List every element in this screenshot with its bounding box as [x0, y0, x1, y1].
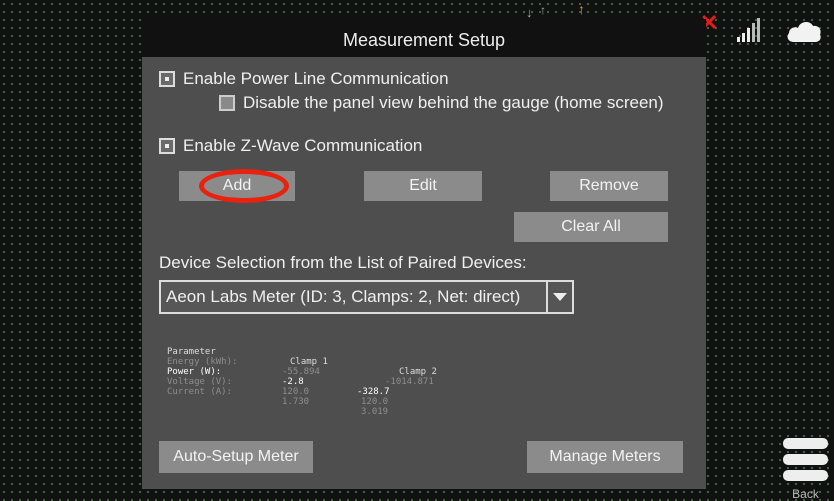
upload-arrow-icon: ↑ — [540, 3, 546, 17]
signal-strength-icon — [737, 16, 767, 42]
clamp-2-value: -328.7 — [357, 387, 390, 397]
disable-panel-checkbox[interactable] — [219, 95, 235, 111]
menu-bar-icon — [783, 454, 828, 465]
manage-meters-button[interactable]: Manage Meters — [527, 441, 683, 473]
device-selection-label: Device Selection from the List of Paired… — [159, 253, 527, 272]
disable-panel-label: Disable the panel view behind the gauge … — [243, 93, 664, 112]
clamp-1-value: -55.894 — [282, 367, 320, 377]
menu-bar-icon — [783, 438, 828, 449]
clamp-1-value: 1.730 — [282, 397, 310, 407]
device-select[interactable]: Aeon Labs Meter (ID: 3, Clamps: 2, Net: … — [159, 280, 574, 314]
parameter-row-energy: Energy (kWh): -55.894 -1014.871 — [167, 347, 434, 387]
header-clamp-1: Clamp 1 — [290, 357, 328, 367]
dropdown-arrow-icon[interactable] — [546, 282, 572, 312]
enable-plc-checkbox-row[interactable]: Enable Power Line Communication — [159, 69, 449, 89]
parameter-table: Parameter Clamp 1 Clamp 2 Energy (kWh): … — [167, 337, 437, 417]
measurement-setup-dialog: Measurement Setup Enable Power Line Comm… — [142, 19, 706, 489]
device-select-value: Aeon Labs Meter (ID: 3, Clamps: 2, Net: … — [166, 287, 521, 306]
clamp-1-value: 120.0 — [282, 387, 310, 397]
download-arrow-icon: ↓ — [526, 5, 533, 20]
enable-plc-checkbox[interactable] — [159, 71, 175, 87]
parameter-name: Current (A): — [167, 387, 233, 397]
parameter-row-voltage: Voltage (V): 120.0 120.0 — [167, 367, 388, 407]
clamp-1-value: -2.8 — [282, 377, 304, 387]
disable-panel-checkbox-row[interactable]: Disable the panel view behind the gauge … — [219, 93, 664, 113]
auto-setup-meter-button[interactable]: Auto-Setup Meter — [159, 441, 313, 473]
dialog-title: Measurement Setup — [142, 19, 706, 57]
edit-button[interactable]: Edit — [364, 171, 482, 201]
back-label: Back — [792, 487, 819, 501]
menu-bar-icon — [783, 470, 828, 481]
enable-zwave-checkbox-row[interactable]: Enable Z-Wave Communication — [159, 136, 422, 156]
remove-button[interactable]: Remove — [550, 171, 668, 201]
clamp-2-value: -1014.871 — [385, 377, 434, 387]
back-button[interactable]: Back — [783, 438, 828, 501]
clamp-2-value: 120.0 — [361, 397, 389, 407]
add-button-highlight — [199, 169, 289, 203]
header-clamp-2: Clamp 2 — [399, 367, 437, 377]
enable-zwave-label: Enable Z-Wave Communication — [183, 136, 423, 155]
parameter-table-header: Parameter Clamp 1 Clamp 2 — [167, 337, 437, 377]
cloud-icon — [787, 22, 821, 42]
enable-plc-label: Enable Power Line Communication — [183, 69, 449, 88]
clamp-2-value: 3.019 — [361, 407, 389, 417]
clear-all-button[interactable]: Clear All — [514, 212, 668, 242]
parameter-row-current: Current (A): 1.730 3.019 — [167, 377, 388, 417]
parameter-row-power: Power (W): -2.8 -328.7 — [167, 357, 390, 397]
enable-zwave-checkbox[interactable] — [159, 138, 175, 154]
transmit-arrow-icon: ↑ — [578, 1, 585, 17]
